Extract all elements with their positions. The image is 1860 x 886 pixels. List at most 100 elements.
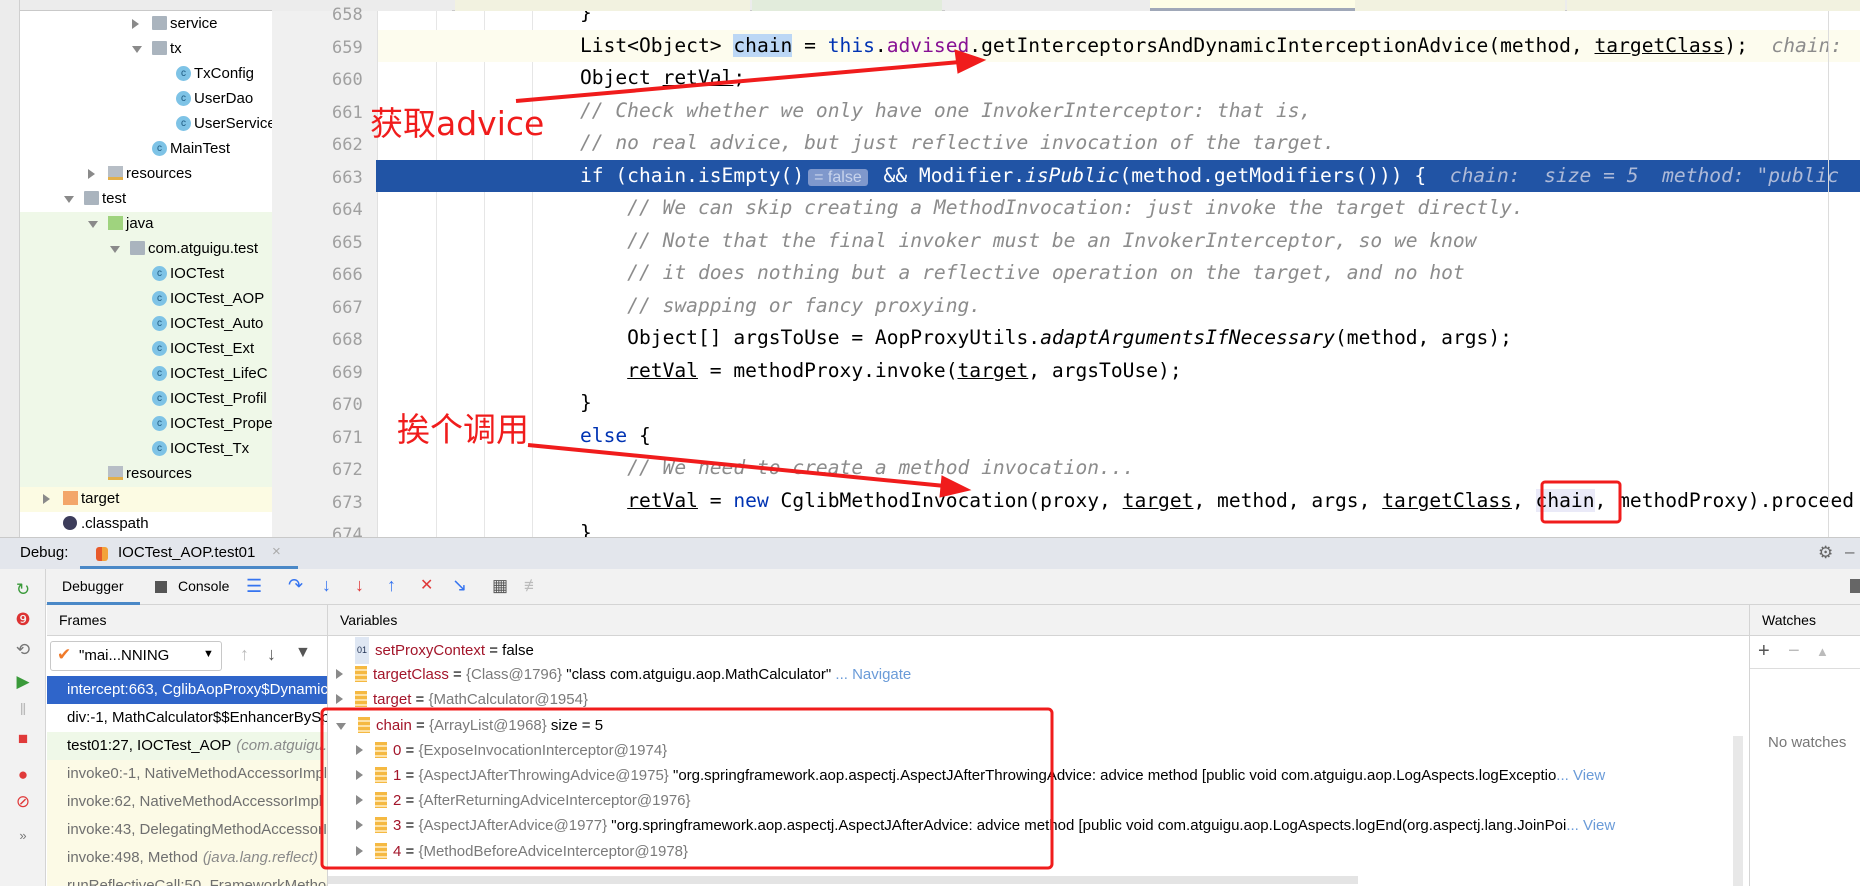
tree-item[interactable]: c IOCTest_AOP: [20, 286, 272, 311]
variable-item[interactable]: 3 = {AspectJAfterAdvice@1977} "org.sprin…: [356, 813, 1615, 838]
code-line[interactable]: }: [378, 517, 1860, 537]
tree-item[interactable]: c IOCTest_Tx: [20, 436, 272, 461]
previous-frame-icon[interactable]: ↑: [240, 644, 249, 665]
frame-item[interactable]: div:-1, MathCalculator$$EnhancerBySpring…: [47, 704, 327, 732]
code-line[interactable]: if (chain.isEmpty() = false && Modifier.i…: [378, 159, 1860, 192]
tab-console[interactable]: Console: [178, 578, 229, 594]
tree-item[interactable]: java: [20, 211, 272, 236]
expanded-arrow-icon[interactable]: [64, 196, 74, 203]
layout-icon[interactable]: [1850, 579, 1860, 593]
variable-item[interactable]: 01 setProxyContext = false: [355, 637, 534, 664]
variable-item[interactable]: 1 = {AspectJAfterThrowingAdvice@1975} "o…: [356, 763, 1605, 788]
drop-frame-icon[interactable]: ✕: [420, 575, 433, 595]
stop-icon[interactable]: ■: [14, 730, 32, 748]
project-tree[interactable]: service tx c TxConfig c UserDao c UserService c M…: [20, 11, 272, 537]
editor-tab[interactable]: [1567, 0, 1860, 11]
variable-item[interactable]: chain = {ArrayList@1968} size = 5: [336, 713, 603, 738]
more-icon[interactable]: »: [14, 827, 32, 845]
variable-item[interactable]: 2 = {AfterReturningAdviceInterceptor@197…: [356, 788, 691, 813]
tree-item[interactable]: c UserDao: [20, 86, 272, 111]
code-line[interactable]: // no real advice, but just reflective i…: [378, 127, 1860, 160]
code-line[interactable]: retVal = new CglibMethodInvocation(proxy…: [378, 485, 1860, 518]
frame-item[interactable]: invoke:43, DelegatingMethodAccessorImpl: [47, 816, 327, 844]
collapsed-arrow-icon[interactable]: [336, 669, 343, 680]
next-frame-icon[interactable]: ↓: [267, 644, 276, 665]
tree-item[interactable]: c IOCTest_Prope: [20, 411, 272, 436]
editor-tab[interactable]: [455, 0, 750, 11]
tree-item[interactable]: c UserService: [20, 111, 272, 136]
close-tab-icon[interactable]: ×: [272, 543, 281, 560]
code-line[interactable]: // swapping or fancy proxying.: [378, 290, 1860, 323]
step-over-icon[interactable]: ↷: [288, 575, 303, 596]
tree-item[interactable]: c TxConfig: [20, 61, 272, 86]
frame-item[interactable]: test01:27, IOCTest_AOP(com.atguigu.test): [47, 732, 327, 760]
code-line[interactable]: Object retVal;: [378, 62, 1860, 95]
evaluate-expression-icon[interactable]: ▦: [492, 576, 508, 596]
tree-item[interactable]: c IOCTest: [20, 261, 272, 286]
rerun-icon[interactable]: ↻: [14, 581, 32, 599]
frame-item[interactable]: invoke0:-1, NativeMethodAccessorImpl: [47, 760, 327, 788]
collapsed-arrow-icon[interactable]: [336, 694, 343, 705]
thread-select[interactable]: ✔ "mai...NNING ▼: [50, 641, 222, 671]
gear-icon[interactable]: ⚙: [1818, 543, 1833, 563]
add-watch-icon[interactable]: +: [1758, 640, 1770, 663]
collapsed-arrow-icon[interactable]: [88, 169, 95, 179]
tree-item[interactable]: c IOCTest_Profil: [20, 386, 272, 411]
pause-icon[interactable]: ‖: [14, 701, 32, 719]
editor-tab-active[interactable]: [1150, 0, 1355, 11]
tree-item[interactable]: test: [20, 186, 272, 211]
view-link[interactable]: ... View: [1566, 817, 1615, 834]
trace-icon[interactable]: ≢: [524, 576, 541, 596]
tab-debugger[interactable]: Debugger: [62, 578, 124, 594]
resume-icon[interactable]: ▶: [14, 673, 32, 691]
variables-tree[interactable]: 01 setProxyContext = false targetClass = {…: [328, 636, 1749, 886]
tree-item[interactable]: c IOCTest_Auto: [20, 311, 272, 336]
step-out-icon[interactable]: ↑: [387, 575, 396, 596]
tree-item[interactable]: resources: [20, 461, 272, 486]
expanded-arrow-icon[interactable]: [88, 221, 98, 228]
tree-item[interactable]: .classpath: [20, 511, 272, 536]
tree-item[interactable]: target: [20, 486, 272, 511]
collapsed-arrow-icon[interactable]: [356, 744, 363, 755]
run-to-cursor-icon[interactable]: ↘: [452, 575, 467, 596]
collapsed-arrow-icon[interactable]: [356, 795, 363, 806]
tree-item[interactable]: c IOCTest_LifeC: [20, 361, 272, 386]
move-up-icon[interactable]: ▲: [1816, 644, 1829, 659]
collapsed-arrow-icon[interactable]: [43, 494, 50, 504]
remove-watch-icon[interactable]: −: [1788, 640, 1800, 663]
tree-item[interactable]: c IOCTest_Ext: [20, 336, 272, 361]
view-link[interactable]: ... View: [1556, 767, 1605, 784]
code-line[interactable]: else {: [378, 420, 1860, 453]
restore-layout-icon[interactable]: ☰: [246, 576, 262, 597]
code-line[interactable]: Object[] argsToUse = AopProxyUtils.adapt…: [378, 322, 1860, 355]
code-line[interactable]: // Note that the final invoker must be a…: [378, 225, 1860, 258]
view-breakpoints-icon[interactable]: ●: [14, 766, 32, 784]
variables-hscrollbar[interactable]: [328, 876, 1358, 884]
code-line[interactable]: }: [378, 387, 1860, 420]
code-line[interactable]: }: [378, 11, 1860, 30]
variable-item[interactable]: target = {MathCalculator@1954}: [336, 687, 588, 712]
code-line[interactable]: // We need to create a method invocation…: [378, 452, 1860, 485]
variable-item[interactable]: 4 = {MethodBeforeAdviceInterceptor@1978}: [356, 839, 688, 864]
tree-item[interactable]: c MainTest: [20, 136, 272, 161]
tree-item[interactable]: resources: [20, 161, 272, 186]
code-line[interactable]: // We can skip creating a MethodInvocati…: [378, 192, 1860, 225]
editor-tab[interactable]: [945, 0, 1150, 11]
variable-item[interactable]: targetClass = {Class@1796} "class com.at…: [336, 662, 911, 687]
editor-tab[interactable]: [752, 0, 942, 11]
collapsed-arrow-icon[interactable]: [356, 770, 363, 780]
rerun-failed-icon[interactable]: ❾: [14, 611, 32, 629]
tree-item[interactable]: service: [20, 11, 272, 36]
code-line[interactable]: // it does nothing but a reflective oper…: [378, 257, 1860, 290]
expanded-arrow-icon[interactable]: [336, 722, 346, 730]
step-into-icon[interactable]: ↓: [322, 575, 331, 596]
tree-item[interactable]: com.atguigu.test: [20, 236, 272, 261]
collapsed-arrow-icon[interactable]: [356, 845, 363, 856]
minimize-icon[interactable]: –: [1845, 542, 1854, 562]
code-line[interactable]: retVal = methodProxy.invoke(target, args…: [378, 355, 1860, 388]
force-step-into-icon[interactable]: ↓: [355, 575, 364, 596]
tree-item[interactable]: tx: [20, 36, 272, 61]
editor-tab[interactable]: [1355, 0, 1565, 11]
frame-item[interactable]: runReflectiveCall:50, FrameworkMethod: [47, 872, 327, 886]
collapsed-arrow-icon[interactable]: [356, 820, 363, 831]
